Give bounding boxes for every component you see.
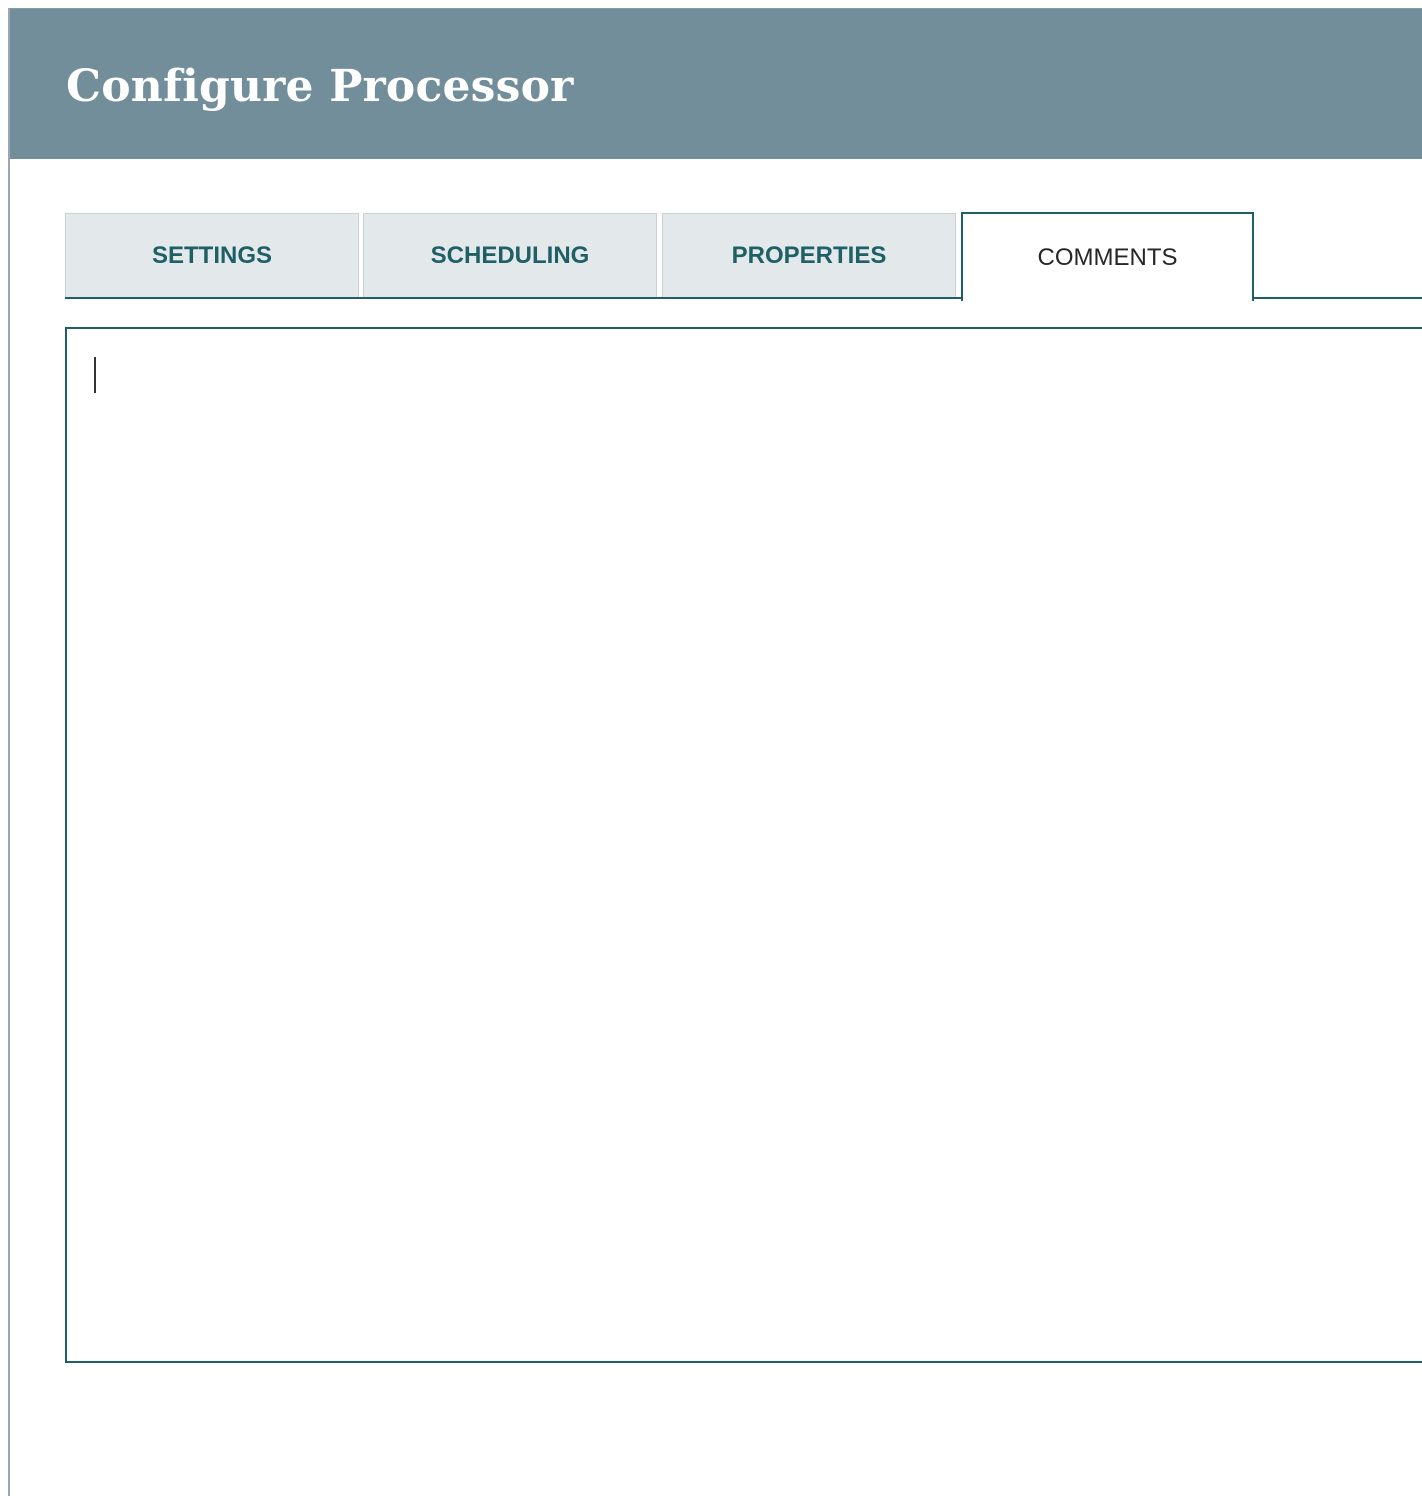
dialog-title: Configure Processor [66, 61, 574, 112]
text-cursor [94, 357, 96, 393]
dialog-header: Configure Processor [10, 9, 1422, 159]
comments-textarea[interactable] [65, 327, 1422, 1363]
configure-processor-dialog: Configure Processor SETTINGS SCHEDULING … [8, 8, 1422, 1496]
tab-comments[interactable]: COMMENTS [961, 212, 1254, 301]
tab-properties[interactable]: PROPERTIES [662, 213, 956, 298]
tab-scheduling[interactable]: SCHEDULING [363, 213, 657, 298]
tab-settings[interactable]: SETTINGS [65, 213, 359, 298]
